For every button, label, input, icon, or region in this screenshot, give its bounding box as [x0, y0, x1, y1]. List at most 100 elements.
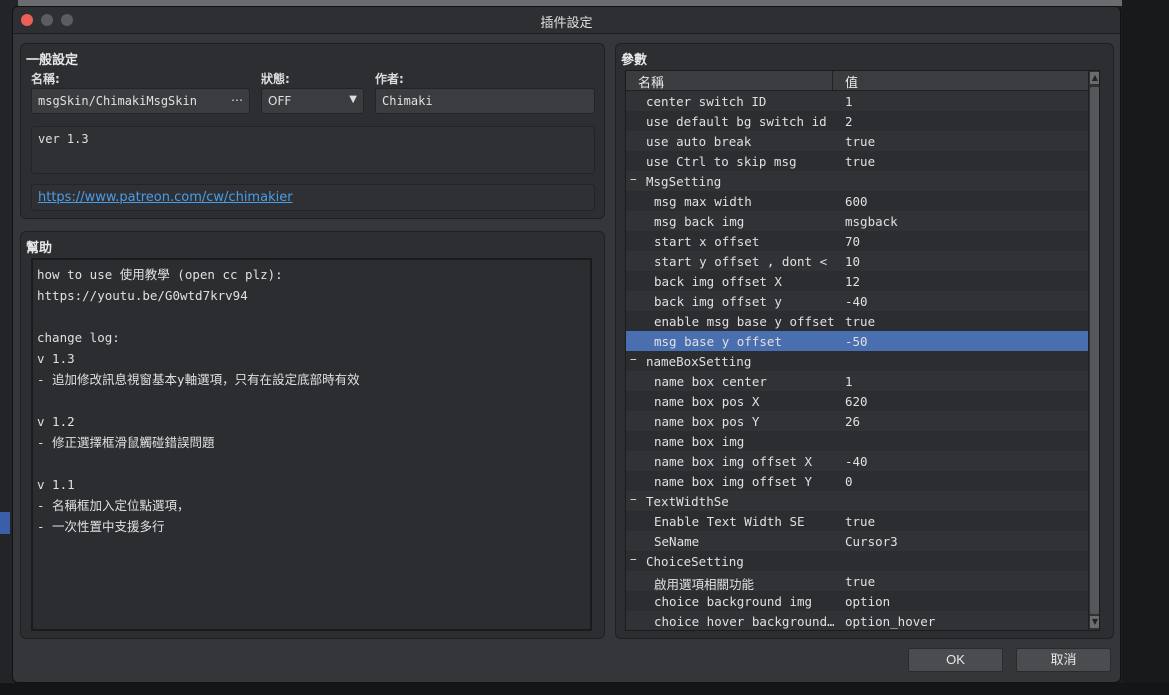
parameter-value[interactable]: true: [845, 154, 875, 169]
parameter-value[interactable]: 620: [845, 394, 868, 409]
status-select[interactable]: OFF ▼: [261, 88, 364, 114]
collapse-icon[interactable]: −: [630, 173, 637, 186]
parameter-value[interactable]: option_hover: [845, 614, 935, 629]
parameter-group-row[interactable]: − TextWidthSe: [626, 491, 1088, 511]
background-bottom: [0, 683, 1169, 695]
parameter-row[interactable]: Enable Text Width SE true: [626, 511, 1088, 531]
parameter-value[interactable]: option: [845, 594, 890, 609]
parameter-row[interactable]: choice hover background… option_hover: [626, 611, 1088, 630]
parameter-row[interactable]: msg max width 600: [626, 191, 1088, 211]
parameters-title: 參數: [621, 53, 648, 68]
help-line: v 1.3: [37, 351, 75, 366]
background-highlight: [0, 512, 10, 534]
parameter-row[interactable]: name box img: [626, 431, 1088, 451]
window-title: 插件設定: [540, 16, 593, 31]
parameter-row[interactable]: back img offset y -40: [626, 291, 1088, 311]
parameter-row[interactable]: SeName Cursor3: [626, 531, 1088, 551]
parameter-name: enable msg base y offset: [654, 314, 834, 329]
parameter-row[interactable]: use auto break true: [626, 131, 1088, 151]
plugin-settings-dialog: 插件設定 一般設定 名稱: msgSkin/ChimakiMsgSkin ⋯ 狀…: [12, 6, 1121, 683]
help-text-area[interactable]: how to use 使用教學 (open cc plz): https://y…: [31, 258, 592, 631]
parameter-row[interactable]: back img offset X 12: [626, 271, 1088, 291]
parameter-value[interactable]: 600: [845, 194, 868, 209]
vertical-scrollbar[interactable]: ▲ ▼: [1088, 71, 1099, 630]
parameter-name: msg base y offset: [654, 334, 782, 349]
cancel-button[interactable]: 取消: [1016, 648, 1111, 672]
parameter-group-row[interactable]: − MsgSetting: [626, 171, 1088, 191]
parameter-value[interactable]: 12: [845, 274, 860, 289]
collapse-icon[interactable]: −: [630, 493, 637, 506]
parameter-row[interactable]: name box img offset Y 0: [626, 471, 1088, 491]
parameter-row[interactable]: start y offset , dont < 0 10: [626, 251, 1088, 271]
parameter-value[interactable]: 0: [845, 474, 853, 489]
parameter-group-row[interactable]: − nameBoxSetting: [626, 351, 1088, 371]
grid-header: 名稱 值: [626, 71, 1088, 91]
parameter-row[interactable]: use default bg switch id 2: [626, 111, 1088, 131]
parameter-name: MsgSetting: [646, 174, 722, 189]
general-settings-panel: 一般設定 名稱: msgSkin/ChimakiMsgSkin ⋯ 狀態: OF…: [20, 43, 605, 219]
parameter-value[interactable]: true: [845, 514, 875, 529]
ok-button[interactable]: OK: [908, 648, 1003, 672]
parameter-value[interactable]: 26: [845, 414, 860, 429]
author-field[interactable]: Chimaki: [375, 88, 595, 114]
parameter-value[interactable]: true: [845, 134, 875, 149]
column-divider[interactable]: [832, 71, 833, 90]
dropdown-arrow-icon: ▼: [349, 94, 357, 105]
parameter-value[interactable]: Cursor3: [845, 534, 898, 549]
author-value: Chimaki: [382, 94, 433, 108]
parameter-row[interactable]: choice background img option: [626, 591, 1088, 611]
parameter-row[interactable]: name box pos X 620: [626, 391, 1088, 411]
plugin-url-link[interactable]: https://www.patreon.com/cw/chimakier: [38, 190, 293, 205]
parameter-value[interactable]: true: [845, 574, 875, 589]
help-line: [37, 306, 586, 327]
column-header-value[interactable]: 值: [845, 72, 858, 91]
parameter-value[interactable]: 70: [845, 234, 860, 249]
parameter-row[interactable]: start x offset 70: [626, 231, 1088, 251]
help-panel: 幫助 how to use 使用教學 (open cc plz): https:…: [20, 231, 605, 639]
collapse-icon[interactable]: −: [630, 553, 637, 566]
name-field[interactable]: msgSkin/ChimakiMsgSkin ⋯: [31, 88, 250, 114]
collapse-icon[interactable]: −: [630, 353, 637, 366]
parameter-name: name box pos X: [654, 394, 760, 409]
parameters-grid: 名稱 值 center switch ID 1 use default bg swi…: [625, 70, 1100, 631]
parameter-row[interactable]: 啟用選項相關功能 true: [626, 571, 1088, 592]
parameter-name: name box center: [654, 374, 767, 389]
parameter-value[interactable]: -40: [845, 454, 868, 469]
parameter-row[interactable]: name box center 1: [626, 371, 1088, 391]
parameter-name: Enable Text Width SE: [654, 514, 805, 529]
parameter-row[interactable]: use Ctrl to skip msg true: [626, 151, 1088, 171]
url-field[interactable]: https://www.patreon.com/cw/chimakier: [31, 184, 595, 211]
name-value: msgSkin/ChimakiMsgSkin: [38, 94, 197, 108]
parameter-value[interactable]: msgback: [845, 214, 898, 229]
parameter-value[interactable]: 1: [845, 374, 853, 389]
description-value: ver 1.3: [38, 132, 89, 146]
parameter-name: name box img offset Y: [654, 474, 813, 489]
scrollbar-thumb[interactable]: [1090, 87, 1099, 614]
parameter-value[interactable]: -40: [845, 294, 868, 309]
help-line: - 名稱框加入定位點選項，: [37, 498, 190, 513]
description-field[interactable]: ver 1.3: [31, 126, 595, 174]
parameter-value[interactable]: 2: [845, 114, 853, 129]
parameters-panel: 參數 名稱 值 center switch ID 1 use default bg …: [615, 43, 1114, 639]
general-settings-title: 一般設定: [26, 53, 79, 68]
parameter-value[interactable]: -50: [845, 334, 868, 349]
parameter-value[interactable]: true: [845, 314, 875, 329]
parameter-name: msg max width: [654, 194, 752, 209]
column-header-name[interactable]: 名稱: [638, 72, 664, 91]
scroll-down-icon[interactable]: ▼: [1090, 616, 1099, 628]
parameter-name: start x offset: [654, 234, 760, 249]
parameter-row[interactable]: msg base y offset -50: [626, 331, 1088, 351]
parameter-row[interactable]: enable msg base y offset true: [626, 311, 1088, 331]
parameter-row[interactable]: center switch ID 1: [626, 91, 1088, 111]
parameter-value[interactable]: 1: [845, 94, 853, 109]
parameter-group-row[interactable]: − ChoiceSetting: [626, 551, 1088, 571]
parameter-name: back img offset X: [654, 274, 782, 289]
parameter-row[interactable]: msg back img msgback: [626, 211, 1088, 231]
parameter-row[interactable]: name box img offset X -40: [626, 451, 1088, 471]
parameter-name: use auto break: [646, 134, 752, 149]
parameter-row[interactable]: name box pos Y 26: [626, 411, 1088, 431]
browse-button[interactable]: ⋯: [231, 93, 243, 107]
scroll-up-icon[interactable]: ▲: [1090, 72, 1099, 84]
parameter-value[interactable]: 10: [845, 254, 860, 269]
parameter-name: use Ctrl to skip msg: [646, 154, 797, 169]
